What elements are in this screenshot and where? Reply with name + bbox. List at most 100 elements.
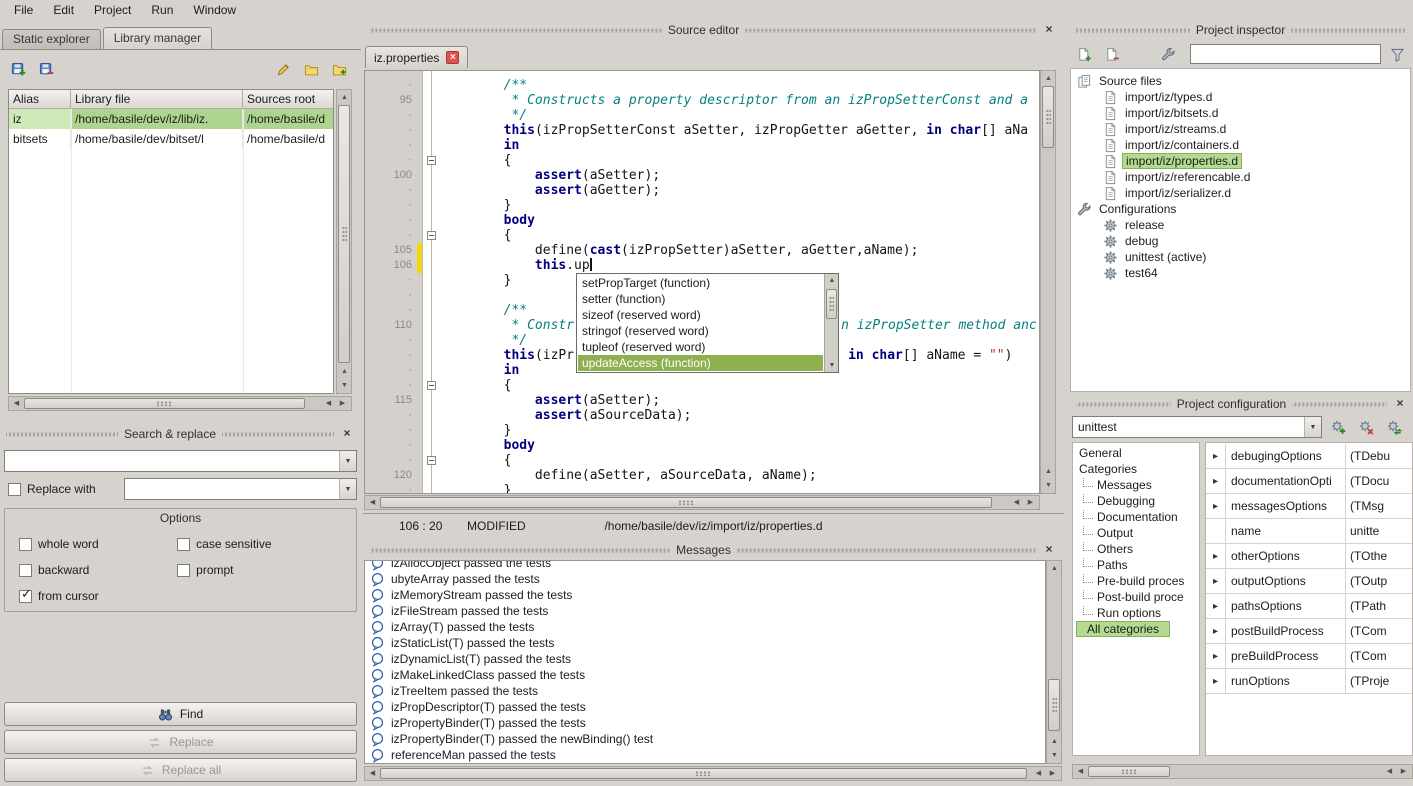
scroll-up-button[interactable]: ▲	[1048, 735, 1061, 748]
library-vscrollbar[interactable]: ▲ ▲ ▼	[336, 89, 352, 394]
scroll-up-button[interactable]: ▲	[1042, 465, 1055, 478]
configuration-selector[interactable]: unittest ▼	[1072, 416, 1322, 438]
category-categories[interactable]: Categories	[1073, 461, 1199, 477]
expand-arrow[interactable]: ▸	[1206, 469, 1226, 493]
scroll-up-button[interactable]: ▲	[338, 91, 351, 104]
scroll-up-button[interactable]: ▲	[338, 365, 351, 378]
scroll-left-button[interactable]: ◀	[322, 397, 335, 410]
scrollbar-thumb[interactable]	[1088, 766, 1170, 777]
expand-arrow[interactable]: ▸	[1206, 594, 1226, 618]
category-general[interactable]: General	[1073, 445, 1199, 461]
panel-grip[interactable]	[1076, 28, 1190, 33]
tree-node-file[interactable]: import/iz/streams.d	[1071, 121, 1410, 137]
tree-node-file[interactable]: import/iz/bitsets.d	[1071, 105, 1410, 121]
category-output[interactable]: Output	[1073, 525, 1199, 541]
checkbox[interactable]	[177, 538, 190, 551]
message-item[interactable]: izDynamicList(T) passed the tests	[365, 651, 1045, 667]
add-configuration-button[interactable]	[1326, 415, 1350, 439]
find-button[interactable]: Find	[4, 702, 357, 726]
tree-node-configurations[interactable]: Configurations	[1071, 201, 1410, 217]
scroll-down-button[interactable]: ▼	[825, 359, 839, 372]
column-header-alias[interactable]: Alias	[9, 90, 71, 108]
search-term-combobox[interactable]: ▼	[4, 450, 357, 472]
category-messages[interactable]: Messages	[1073, 477, 1199, 493]
configuration-hscrollbar[interactable]: ◀ ◀ ▶	[1072, 764, 1413, 779]
panel-grip[interactable]	[1291, 28, 1405, 33]
column-header-library-file[interactable]: Library file	[71, 90, 243, 108]
message-item[interactable]: izArray(T) passed the tests	[365, 619, 1045, 635]
add-folder-button[interactable]	[1128, 42, 1152, 66]
library-row[interactable]: iz/home/basile/dev/iz/lib/iz./home/basil…	[9, 109, 333, 129]
chevron-down-icon[interactable]: ▼	[339, 451, 356, 471]
expand-arrow[interactable]: ▸	[1206, 669, 1226, 693]
add-library-from-project-button[interactable]	[327, 57, 351, 81]
scroll-left-button[interactable]: ◀	[1010, 496, 1023, 509]
scroll-up-button[interactable]: ▲	[1048, 562, 1061, 575]
scroll-down-button[interactable]: ▼	[338, 379, 351, 392]
panel-grip[interactable]	[371, 548, 670, 553]
message-item[interactable]: izPropDescriptor(T) passed the tests	[365, 699, 1045, 715]
property-row-documentationOpti[interactable]: ▸documentationOpti(TDocu	[1206, 469, 1412, 494]
replace-with-checkbox[interactable]	[8, 483, 21, 496]
tree-node-source-files[interactable]: Source files	[1071, 73, 1410, 89]
fold-marker[interactable]	[427, 231, 436, 240]
tree-node-configuration[interactable]: test64	[1071, 265, 1410, 281]
scroll-right-button[interactable]: ▶	[336, 397, 349, 410]
message-item[interactable]: izStaticList(T) passed the tests	[365, 635, 1045, 651]
messages-hscrollbar[interactable]: ◀ ◀ ▶	[364, 766, 1062, 781]
filter-button[interactable]	[1385, 42, 1409, 66]
scroll-left-button[interactable]: ◀	[10, 397, 23, 410]
checkbox[interactable]	[19, 538, 32, 551]
option-whole-word[interactable]: whole word	[19, 537, 177, 551]
fold-marker[interactable]	[427, 381, 436, 390]
replace-all-button[interactable]: Replace all	[4, 758, 357, 782]
chevron-down-icon[interactable]: ▼	[1304, 417, 1321, 437]
panel-grip[interactable]	[222, 432, 334, 437]
tree-node-file[interactable]: import/iz/types.d	[1071, 89, 1410, 105]
category-documentation[interactable]: Documentation	[1073, 509, 1199, 525]
scroll-right-button[interactable]: ▶	[1024, 496, 1037, 509]
completion-item[interactable]: setPropTarget (function)	[578, 275, 823, 291]
property-row-postBuildProcess[interactable]: ▸postBuildProcess(TCom	[1206, 619, 1412, 644]
messages-vscrollbar[interactable]: ▲ ▲ ▼	[1046, 560, 1062, 764]
checkbox[interactable]	[19, 590, 32, 603]
checkbox[interactable]	[19, 564, 32, 577]
expand-arrow[interactable]: ▸	[1206, 544, 1226, 568]
tree-node-file[interactable]: import/iz/serializer.d	[1071, 185, 1410, 201]
checkbox[interactable]	[177, 564, 190, 577]
option-case-sensitive[interactable]: case sensitive	[177, 537, 350, 551]
scrollbar-thumb[interactable]	[338, 105, 350, 363]
tree-node-file[interactable]: import/iz/containers.d	[1071, 137, 1410, 153]
scroll-left-button[interactable]: ◀	[1383, 765, 1396, 778]
property-row-debugingOptions[interactable]: ▸debugingOptions(TDebu	[1206, 444, 1412, 469]
tab-library-manager[interactable]: Library manager	[103, 27, 212, 49]
completion-scrollbar[interactable]: ▲ ▼	[824, 274, 838, 372]
scroll-left-button[interactable]: ◀	[1074, 765, 1087, 778]
close-panel-button[interactable]: ×	[1042, 543, 1056, 557]
completion-item[interactable]: sizeof (reserved word)	[578, 307, 823, 323]
edit-alias-button[interactable]	[271, 57, 295, 81]
message-item[interactable]: ubyteArray passed the tests	[365, 571, 1045, 587]
option-prompt[interactable]: prompt	[177, 563, 350, 577]
panel-grip[interactable]	[1076, 402, 1171, 407]
scroll-right-button[interactable]: ▶	[1046, 767, 1059, 780]
property-row-name[interactable]: nameunitte	[1206, 519, 1412, 544]
fold-marker[interactable]	[427, 456, 436, 465]
panel-grip[interactable]	[6, 432, 118, 437]
replace-term-combobox[interactable]: ▼	[124, 478, 357, 500]
expand-arrow[interactable]: ▸	[1206, 494, 1226, 518]
category-paths[interactable]: Paths	[1073, 557, 1199, 573]
property-row-otherOptions[interactable]: ▸otherOptions(TOthe	[1206, 544, 1412, 569]
category-post-build-proce[interactable]: Post-build proce	[1073, 589, 1199, 605]
scrollbar-thumb[interactable]	[24, 398, 305, 409]
menu-item-run[interactable]: Run	[141, 2, 183, 18]
property-row-messagesOptions[interactable]: ▸messagesOptions(TMsg	[1206, 494, 1412, 519]
category-debugging[interactable]: Debugging	[1073, 493, 1199, 509]
property-row-outputOptions[interactable]: ▸outputOptions(TOutp	[1206, 569, 1412, 594]
scroll-up-button[interactable]: ▲	[1042, 72, 1055, 85]
panel-grip[interactable]	[745, 28, 1036, 33]
close-panel-button[interactable]: ×	[1042, 23, 1056, 37]
message-item[interactable]: izPropertyBinder(T) passed the newBindin…	[365, 731, 1045, 747]
panel-grip[interactable]	[1292, 402, 1387, 407]
expand-arrow[interactable]: ▸	[1206, 619, 1226, 643]
